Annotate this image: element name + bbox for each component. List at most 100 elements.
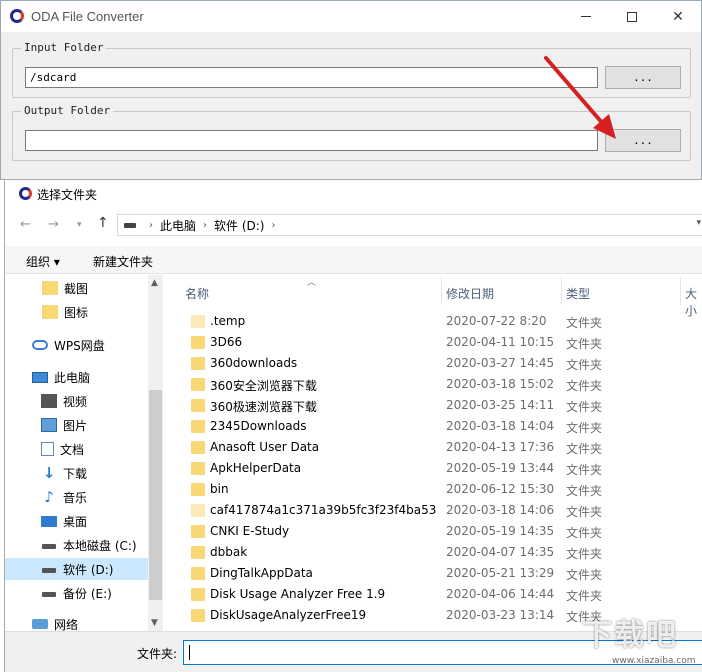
documents-icon [41, 442, 54, 456]
file-name: CNKI E-Study [210, 524, 290, 538]
file-name: bin [210, 482, 229, 496]
sidebar-item-pictures[interactable]: 图片 [5, 414, 148, 436]
back-arrow-icon[interactable]: ← [20, 217, 31, 232]
address-dropdown-icon[interactable]: ▾ [696, 218, 701, 228]
sidebar-item-screenshots[interactable]: 截图 [5, 277, 148, 299]
sidebar-item-network[interactable]: 网络 [5, 613, 148, 631]
file-row[interactable]: CNKI E-Study 2020-05-19 14:35 文件夹 [165, 521, 702, 542]
sidebar-item-downloads[interactable]: ↓ 下载 [5, 462, 148, 484]
sidebar-item-drive-d[interactable]: 软件 (D:) [5, 558, 148, 580]
column-divider[interactable] [561, 277, 562, 305]
file-type: 文件夹 [566, 316, 603, 330]
sidebar-item-label: 桌面 [63, 514, 88, 529]
forward-arrow-icon[interactable]: → [48, 217, 59, 232]
new-folder-button[interactable]: 新建文件夹 [93, 253, 153, 270]
file-row[interactable]: Disk Usage Analyzer Free 1.9 2020-04-06 1… [165, 584, 702, 605]
window-title: ODA File Converter [31, 9, 144, 24]
file-date: 2020-03-25 14:11 [446, 398, 555, 412]
sidebar-item-videos[interactable]: 视频 [5, 390, 148, 412]
maximize-button[interactable] [609, 1, 655, 32]
file-date: 2020-04-07 14:35 [446, 545, 555, 559]
sidebar-item-label: WPS网盘 [54, 338, 105, 353]
folder-icon [191, 567, 205, 580]
organize-button[interactable]: 组织 ▾ [26, 253, 60, 270]
file-row[interactable]: 360极速浏览器下载 2020-03-25 14:11 文件夹 [165, 395, 702, 416]
column-name[interactable]: 名称 [185, 285, 209, 302]
breadcrumb-separator-icon[interactable]: › [271, 220, 275, 231]
minimize-button[interactable] [563, 1, 609, 32]
watermark-url: www.xiazaiba.com [612, 656, 696, 666]
input-folder-field[interactable]: /sdcard [25, 67, 598, 88]
file-name: 360极速浏览器下载 [210, 400, 317, 414]
file-row[interactable]: 360安全浏览器下载 2020-03-18 15:02 文件夹 [165, 374, 702, 395]
sidebar-item-documents[interactable]: 文档 [5, 438, 148, 460]
file-row[interactable]: 3D66 2020-04-11 10:15 文件夹 [165, 332, 702, 353]
folder-field-label: 文件夹: [137, 647, 178, 661]
file-date: 2020-04-11 10:15 [446, 335, 555, 349]
navigation-bar: ← → ▾ ↑ › 此电脑 › 软件 (D:) › ▾ [5, 207, 702, 243]
file-type: 文件夹 [566, 442, 603, 456]
file-name: dbbak [210, 545, 248, 559]
file-row[interactable]: 360downloads 2020-03-27 14:45 文件夹 [165, 353, 702, 374]
breadcrumb-this-pc[interactable]: 此电脑 [160, 217, 196, 234]
column-type[interactable]: 类型 [566, 285, 590, 302]
breadcrumb-drive-d[interactable]: 软件 (D:) [214, 217, 264, 234]
scroll-down-icon[interactable]: ▼ [151, 618, 158, 628]
drive-icon [41, 562, 57, 576]
breadcrumb-separator-icon[interactable]: › [203, 220, 207, 231]
input-browse-button[interactable]: ... [605, 66, 681, 89]
file-date: 2020-03-27 14:45 [446, 356, 555, 370]
file-row[interactable]: DingTalkAppData 2020-05-21 13:29 文件夹 [165, 563, 702, 584]
download-icon: ↓ [42, 464, 56, 482]
dialog-title: 选择文件夹 [37, 188, 98, 202]
sidebar-item-label: 备份 (E:) [63, 586, 112, 601]
column-divider[interactable] [680, 277, 681, 305]
file-date: 2020-03-18 14:04 [446, 419, 555, 433]
sidebar-item-drive-e[interactable]: 备份 (E:) [5, 582, 148, 604]
sidebar-item-icons[interactable]: 图标 [5, 301, 148, 323]
output-folder-field[interactable] [25, 130, 598, 151]
file-type: 文件夹 [566, 421, 603, 435]
sidebar-item-wps-cloud[interactable]: WPS网盘 [5, 334, 148, 356]
sidebar-item-label: 视频 [63, 394, 88, 409]
computer-icon [32, 371, 48, 383]
file-name: 3D66 [210, 335, 243, 349]
file-date: 2020-04-06 14:44 [446, 587, 555, 601]
sidebar-scrollbar[interactable]: ▲ ▼ [148, 275, 163, 631]
history-dropdown-icon[interactable]: ▾ [77, 220, 82, 230]
file-row[interactable]: bin 2020-06-12 15:30 文件夹 [165, 479, 702, 500]
output-browse-button[interactable]: ... [605, 129, 681, 152]
up-arrow-icon[interactable]: ↑ [97, 215, 109, 231]
file-row[interactable]: Anasoft User Data 2020-04-13 17:36 文件夹 [165, 437, 702, 458]
sidebar-item-label: 图标 [64, 305, 89, 320]
navigation-pane: 截图 图标 WPS网盘 此电脑 视频 图片 文档 ↓ 下载 ♪ 音乐 桌面 本地… [5, 275, 163, 631]
file-row[interactable]: ApkHelperData 2020-05-19 13:44 文件夹 [165, 458, 702, 479]
column-divider[interactable] [441, 277, 442, 305]
minimize-icon [581, 16, 591, 17]
oda-logo-icon [10, 9, 24, 23]
sidebar-item-drive-c[interactable]: 本地磁盘 (C:) [5, 534, 148, 556]
file-row[interactable]: caf417874a1c371a39b5fc3f23f4ba53 2020-03-… [165, 500, 702, 521]
file-date: 2020-07-22 8:20 [446, 314, 547, 328]
column-date[interactable]: 修改日期 [446, 285, 494, 302]
title-bar: ODA File Converter ✕ [1, 1, 701, 32]
breadcrumb-separator-icon[interactable]: › [149, 220, 153, 231]
file-row[interactable]: .temp 2020-07-22 8:20 文件夹 [165, 311, 702, 332]
file-row[interactable]: 2345Downloads 2020-03-18 14:04 文件夹 [165, 416, 702, 437]
desktop-icon [41, 515, 57, 527]
command-bar: 组织 ▾ 新建文件夹 [5, 246, 702, 274]
folder-icon [191, 462, 205, 475]
scroll-up-icon[interactable]: ▲ [151, 278, 158, 288]
file-row[interactable]: dbbak 2020-04-07 14:35 文件夹 [165, 542, 702, 563]
file-name: DingTalkAppData [210, 566, 313, 580]
file-date: 2020-05-19 13:44 [446, 461, 555, 475]
sidebar-item-music[interactable]: ♪ 音乐 [5, 486, 148, 508]
sidebar-item-label: 软件 (D:) [63, 562, 114, 577]
sidebar-item-desktop[interactable]: 桌面 [5, 510, 148, 532]
file-date: 2020-05-21 13:29 [446, 566, 555, 580]
address-bar[interactable]: › 此电脑 › 软件 (D:) › ▾ [117, 214, 702, 236]
close-button[interactable]: ✕ [655, 1, 701, 32]
sidebar-item-label: 文档 [60, 442, 85, 457]
sidebar-item-this-pc[interactable]: 此电脑 [5, 366, 148, 388]
scrollbar-thumb[interactable] [149, 390, 162, 600]
